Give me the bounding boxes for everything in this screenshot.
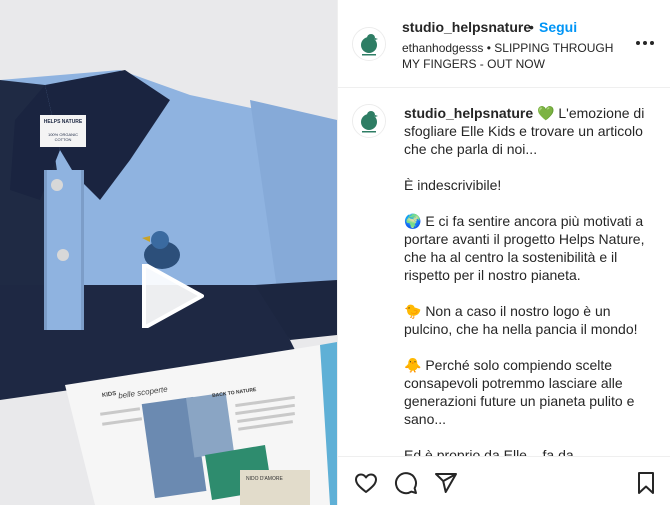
avatar[interactable] [352, 27, 386, 61]
action-bar [338, 456, 670, 505]
caption-username[interactable]: studio_helpsnature [404, 105, 533, 121]
shirt-label-text: HELPS NATURE [43, 119, 83, 125]
more-icon[interactable] [634, 35, 656, 51]
caption-line: È indescrivibile! [404, 177, 502, 193]
avatar[interactable] [352, 104, 386, 138]
separator-dot: • [529, 19, 534, 35]
post-header: studio_helpsnature • Segui ethanhodgesss… [338, 0, 670, 88]
shirt-label-subtext: 100% ORGANIC COTTON [47, 132, 78, 142]
caption-text: studio_helpsnature 💚 L'emozione di sfogl… [404, 104, 662, 456]
post-side-panel: studio_helpsnature • Segui ethanhodgesss… [337, 0, 670, 505]
caption-paragraph: 🐥 Perché solo compiendo scelte consapevo… [404, 357, 639, 427]
post-media[interactable]: HELPS NATURE 100% ORGANIC COTTON KIDS be… [0, 0, 337, 505]
caption-section: studio_helpsnature 💚 L'emozione di sfogl… [338, 88, 670, 456]
follow-button[interactable]: Segui [539, 19, 577, 35]
comment-icon[interactable] [394, 471, 418, 495]
bookmark-icon[interactable] [634, 471, 658, 495]
heart-icon[interactable] [354, 471, 378, 495]
chick-logo-icon [353, 28, 385, 60]
play-icon[interactable] [140, 264, 204, 328]
magazine-caption: NIDO D'AMORE [246, 476, 283, 482]
post-dialog: HELPS NATURE 100% ORGANIC COTTON KIDS be… [0, 0, 670, 505]
share-icon[interactable] [434, 471, 458, 495]
green-heart-emoji: 💚 [537, 105, 555, 121]
post-author-username[interactable]: studio_helpsnature [402, 19, 531, 35]
polo-shirt-photo [0, 0, 337, 505]
chick-logo-icon [353, 105, 385, 137]
audio-attribution[interactable]: ethanhodgesss • SLIPPING THROUGH MY FING… [402, 40, 617, 72]
caption-paragraph: 🐤 Non a caso il nostro logo è un pulcino… [404, 303, 638, 337]
caption-paragraph: 🌍 E ci fa sentire ancora più motivati a … [404, 213, 649, 283]
caption-paragraph-cut: Ed è proprio da Elle... fa da... [404, 447, 586, 456]
